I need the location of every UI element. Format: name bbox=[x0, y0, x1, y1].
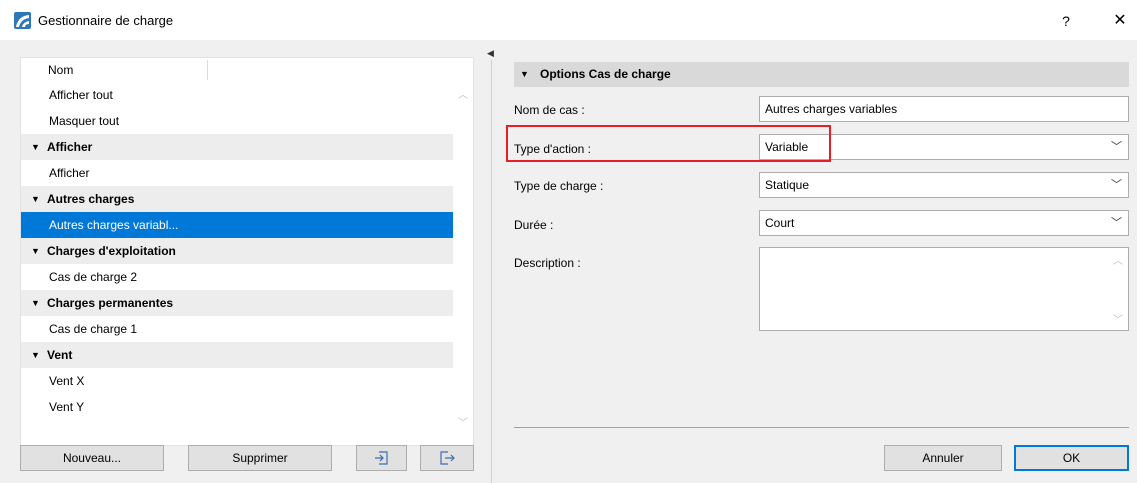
export-button[interactable] bbox=[420, 445, 474, 471]
duration-label: Durée : bbox=[514, 218, 554, 232]
expand-triangle-icon: ▼ bbox=[520, 69, 529, 79]
expand-triangle-icon[interactable]: ▼ bbox=[31, 238, 40, 264]
chevron-down-icon: ﹀ bbox=[1111, 141, 1122, 153]
panel-splitter[interactable] bbox=[491, 60, 492, 483]
tree-row[interactable]: Masquer tout bbox=[21, 108, 453, 134]
options-section-title: Options Cas de charge bbox=[540, 67, 671, 81]
tree-row-label: Afficher bbox=[49, 166, 90, 180]
load-type-select[interactable]: Statique ﹀ bbox=[759, 172, 1129, 198]
chevron-down-icon: ﹀ bbox=[1111, 217, 1122, 229]
options-section-header[interactable]: ▼ Options Cas de charge bbox=[514, 62, 1129, 87]
tree-row-label: Masquer tout bbox=[49, 114, 120, 128]
duration-value: Court bbox=[765, 216, 795, 230]
tree-row-label: Afficher tout bbox=[49, 88, 113, 102]
expand-triangle-icon[interactable]: ▼ bbox=[31, 186, 40, 212]
title-bar: Gestionnaire de charge ? ✕ bbox=[0, 0, 1137, 40]
tree-row[interactable]: Vent Y bbox=[21, 394, 453, 420]
description-label: Description : bbox=[514, 256, 581, 270]
column-separator[interactable] bbox=[207, 60, 208, 80]
close-button[interactable]: ✕ bbox=[1108, 9, 1132, 33]
column-header-nom[interactable]: Nom bbox=[48, 63, 73, 77]
cancel-button[interactable]: Annuler bbox=[884, 445, 1002, 471]
tree-row[interactable]: Cas de charge 2 bbox=[21, 264, 453, 290]
ok-button[interactable]: OK bbox=[1014, 445, 1129, 471]
case-name-label: Nom de cas : bbox=[514, 103, 585, 117]
tree-row-label: Cas de charge 2 bbox=[49, 270, 138, 284]
collapse-panel-icon[interactable]: ◀ bbox=[487, 48, 494, 59]
case-name-field[interactable]: Autres charges variables bbox=[759, 96, 1129, 122]
help-button[interactable]: ? bbox=[1054, 9, 1078, 33]
description-field[interactable]: ︿ ﹀ bbox=[759, 247, 1129, 331]
tree-row-label: Charges d'exploitation bbox=[47, 244, 176, 258]
tree-group-row[interactable]: ▼ Autres charges bbox=[21, 186, 453, 212]
tree-row-label: Vent Y bbox=[49, 400, 85, 414]
expand-triangle-icon[interactable]: ▼ bbox=[31, 342, 40, 368]
expand-triangle-icon[interactable]: ▼ bbox=[31, 134, 40, 160]
window-title: Gestionnaire de charge bbox=[38, 13, 174, 28]
tree-row-label: Autres charges bbox=[47, 192, 135, 206]
export-icon bbox=[440, 451, 455, 465]
scroll-up-icon[interactable]: ︿ bbox=[458, 86, 468, 101]
footer-divider bbox=[514, 427, 1129, 428]
tree-row-label: Charges permanentes bbox=[47, 296, 174, 310]
load-type-label: Type de charge : bbox=[514, 179, 604, 193]
tree-row-label: Vent bbox=[47, 348, 73, 362]
tree-row-label: Vent X bbox=[49, 374, 85, 388]
delete-button[interactable]: Supprimer bbox=[188, 445, 332, 471]
scroll-down-icon[interactable]: ﹀ bbox=[458, 414, 468, 429]
dialog-client: Nom Afficher tout Masquer tout ▼ Afficher Af… bbox=[0, 40, 1137, 483]
tree-group-row[interactable]: ▼ Charges permanentes bbox=[21, 290, 453, 316]
tree-row[interactable]: Afficher tout bbox=[21, 82, 453, 108]
app-icon bbox=[14, 12, 31, 29]
tree-rows: Afficher tout Masquer tout ▼ Afficher Affich… bbox=[21, 82, 453, 420]
duration-select[interactable]: Court ﹀ bbox=[759, 210, 1129, 236]
scroll-up-icon[interactable]: ︿ bbox=[1113, 252, 1123, 267]
action-type-highlight-box bbox=[506, 125, 831, 162]
chevron-down-icon: ﹀ bbox=[1111, 179, 1122, 191]
tree-row-label: Autres charges variabl... bbox=[49, 218, 179, 232]
tree-group-row[interactable]: ▼ Vent bbox=[21, 342, 453, 368]
load-type-value: Statique bbox=[765, 178, 810, 192]
import-button[interactable] bbox=[356, 445, 407, 471]
tree-row[interactable]: Cas de charge 1 bbox=[21, 316, 453, 342]
case-name-value: Autres charges variables bbox=[765, 102, 898, 116]
tree-group-row[interactable]: ▼ Charges d'exploitation bbox=[21, 238, 453, 264]
import-icon bbox=[374, 451, 388, 465]
scroll-down-icon[interactable]: ﹀ bbox=[1113, 311, 1123, 326]
tree-header: Nom bbox=[21, 58, 453, 82]
tree-row-label: Cas de charge 1 bbox=[49, 322, 138, 336]
tree-group-row[interactable]: ▼ Afficher bbox=[21, 134, 453, 160]
tree-row[interactable]: Vent X bbox=[21, 368, 453, 394]
tree-row-label: Afficher bbox=[47, 140, 93, 154]
load-case-tree[interactable]: Nom Afficher tout Masquer tout ▼ Afficher Af… bbox=[20, 57, 474, 446]
tree-row[interactable]: Afficher bbox=[21, 160, 453, 186]
new-button[interactable]: Nouveau... bbox=[20, 445, 164, 471]
tree-row[interactable]: Autres charges variabl... bbox=[21, 212, 453, 238]
expand-triangle-icon[interactable]: ▼ bbox=[31, 290, 40, 316]
